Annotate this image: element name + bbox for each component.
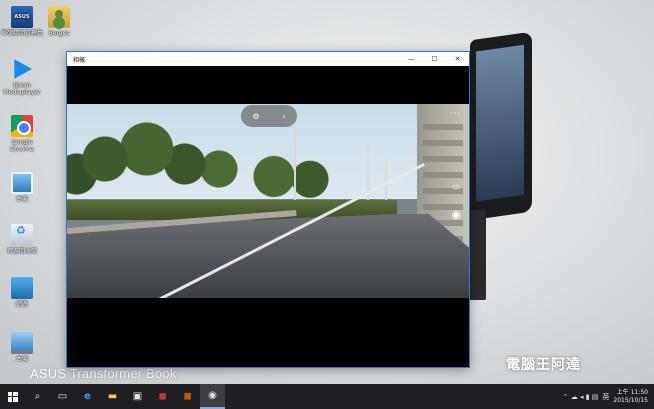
camera-settings-pill[interactable]: ⚙ › <box>241 105 297 127</box>
window-controls: — ☐ ✕ <box>400 52 469 66</box>
minimize-button[interactable]: — <box>400 52 423 66</box>
scene-trees <box>247 149 337 204</box>
take-photo-icon[interactable]: ◉ <box>446 208 466 224</box>
scene-street-light <box>294 124 296 202</box>
app-icon[interactable]: ◼ <box>150 384 175 409</box>
network-icon <box>11 277 33 299</box>
camera-viewfinder[interactable]: ⚙ › ··· ▭ ◉ <box>67 104 469 298</box>
wallpaper-tablet <box>470 31 532 221</box>
desktop-icon-network[interactable]: 網路 <box>0 277 44 308</box>
monitor-icon <box>11 172 33 194</box>
desktop-icon-media-player[interactable]: Boom Mediaplayer <box>0 58 44 96</box>
desktop-icon-label: Borges <box>48 30 70 37</box>
desktop-icon-recycle-bin[interactable]: 資源回收筒 <box>0 224 44 255</box>
window-titlebar[interactable]: 相機 — ☐ ✕ <box>67 52 469 66</box>
more-options-icon[interactable]: ··· <box>449 109 461 119</box>
task-view-icon[interactable]: ▭ <box>50 384 75 409</box>
asus-icon: ASUS <box>11 6 33 28</box>
desktop-icon-label: 本機 <box>15 356 28 363</box>
desktop-icon-control[interactable]: 本機 <box>0 172 44 203</box>
desktop-icon-label: Boom Mediaplayer <box>3 82 41 96</box>
search-icon[interactable]: ⌕ <box>25 384 50 409</box>
desktop-icon-label: 本機 <box>15 196 28 203</box>
chrome-icon <box>11 115 33 137</box>
desktop-icon-chrome[interactable]: Google Chrome <box>0 115 44 153</box>
desktop-icon-this-pc[interactable]: 本機 <box>0 332 44 363</box>
taskbar: ⌕ ▭ e ▬ ▣ ◼ ◼ ◉ ⌃ ☁ ◂ ▮ ▤ 英 上午 11:50 201… <box>0 384 654 409</box>
clock-time: 上午 11:50 <box>616 388 648 396</box>
user-folder-icon <box>48 6 70 28</box>
wallpaper-tablet-stand <box>468 210 486 300</box>
store-icon[interactable]: ▣ <box>125 384 150 409</box>
play-icon <box>14 59 32 79</box>
recycle-bin-icon <box>11 224 33 246</box>
start-button[interactable] <box>0 384 25 409</box>
desktop-icon-label: 網路 <box>15 301 28 308</box>
ime-indicator[interactable]: 英 <box>602 392 609 402</box>
chevron-right-icon: › <box>282 111 286 121</box>
system-tray: ⌃ ☁ ◂ ▮ ▤ 英 上午 11:50 2015/10/15 <box>563 384 648 409</box>
video-mode-icon[interactable]: ▭ <box>449 182 463 192</box>
app-icon[interactable]: ◼ <box>175 384 200 409</box>
windows-logo-icon <box>7 391 18 402</box>
watermark-text: 電腦王阿達 <box>506 357 581 373</box>
camera-taskbar-icon[interactable]: ◉ <box>200 384 225 409</box>
desktop-icon-label: 資源回收筒 <box>6 248 37 255</box>
computer-icon <box>11 332 33 354</box>
wallpaper-brand-text: ASUS Transformer Book <box>30 366 177 381</box>
tray-icons[interactable]: ⌃ ☁ ◂ ▮ ▤ <box>563 393 599 401</box>
camera-settings-icon: ⚙ <box>252 111 260 121</box>
edge-icon[interactable]: e <box>75 384 100 409</box>
close-button[interactable]: ✕ <box>446 52 469 66</box>
camera-window: 相機 — ☐ ✕ ⚙ › ··· ▭ ◉ <box>66 51 470 368</box>
clock-date: 2015/10/15 <box>613 396 648 404</box>
desktop: ASUS 華碩精明管理員 Borges Boom Mediaplayer Goo… <box>0 0 654 384</box>
clock[interactable]: 上午 11:50 2015/10/15 <box>613 389 648 405</box>
maximize-button[interactable]: ☐ <box>423 52 446 66</box>
desktop-icon-label: Google Chrome <box>10 139 34 153</box>
window-title: 相機 <box>73 56 86 64</box>
desktop-icon-user-folder[interactable]: Borges <box>37 6 81 37</box>
file-explorer-icon[interactable]: ▬ <box>100 384 125 409</box>
